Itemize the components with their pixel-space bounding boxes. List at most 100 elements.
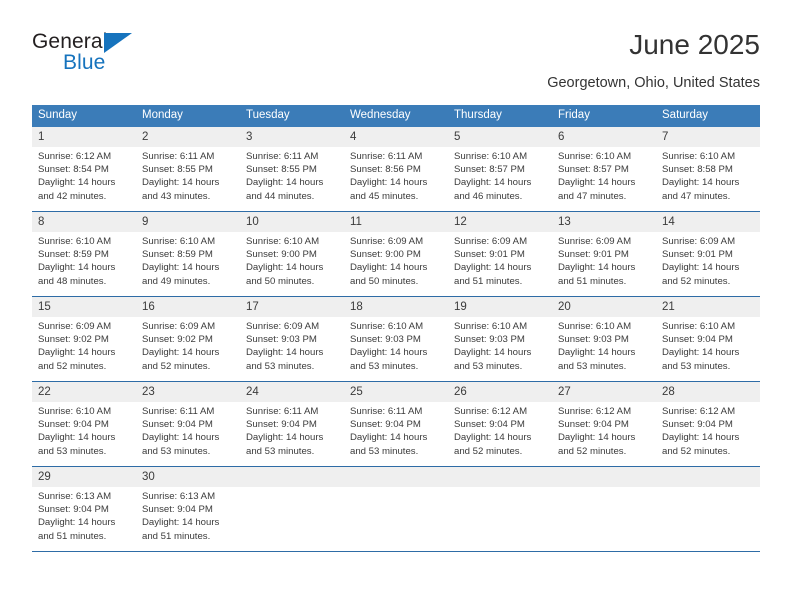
- page-title: June 2025: [629, 29, 760, 60]
- calendar-day-cell[interactable]: 3 Sunrise: 6:11 AM Sunset: 8:55 PM Daylight…: [240, 127, 344, 212]
- calendar-day-cell[interactable]: 6 Sunrise: 6:10 AM Sunset: 8:57 PM Daylight…: [552, 127, 656, 212]
- calendar-day-cell[interactable]: 26 Sunrise: 6:12 AM Sunset: 9:04 PM Dayligh…: [448, 381, 552, 467]
- sunrise-text: Sunrise: 6:11 AM: [350, 406, 423, 417]
- daylight-text-line2: and 52 minutes.: [142, 360, 211, 372]
- sunrise-text: Sunrise: 6:09 AM: [662, 236, 736, 247]
- day-number: 5: [448, 127, 552, 147]
- day-details: Sunrise: 6:12 AM Sunset: 9:04 PM Daylight:…: [656, 402, 760, 458]
- calendar-day-cell[interactable]: 1 Sunrise: 6:12 AM Sunset: 8:54 PM Daylight…: [32, 127, 136, 212]
- weekday-header-wednesday: Wednesday: [344, 105, 448, 127]
- sunset-text: Sunset: 8:58 PM: [662, 164, 733, 176]
- weekday-header-friday: Friday: [552, 105, 656, 127]
- day-number: [344, 467, 448, 487]
- day-details: [552, 487, 656, 490]
- calendar-day-cell[interactable]: 7 Sunrise: 6:10 AM Sunset: 8:58 PM Daylight…: [656, 127, 760, 212]
- day-number: 29: [32, 467, 136, 487]
- calendar-day-cell[interactable]: 30 Sunrise: 6:13 AM Sunset: 9:04 PM Dayligh…: [136, 466, 240, 552]
- calendar-week-row: 1 Sunrise: 6:12 AM Sunset: 8:54 PM Daylight…: [32, 127, 760, 212]
- sunrise-text: Sunrise: 6:11 AM: [350, 151, 423, 162]
- calendar-day-cell[interactable]: 29 Sunrise: 6:13 AM Sunset: 9:04 PM Dayligh…: [32, 466, 136, 552]
- calendar-day-cell-empty: [448, 466, 552, 552]
- daylight-text-line2: and 49 minutes.: [142, 275, 211, 287]
- calendar-day-cell[interactable]: 14 Sunrise: 6:09 AM Sunset: 9:01 PM Dayligh…: [656, 211, 760, 297]
- calendar-day-cell[interactable]: 16 Sunrise: 6:09 AM Sunset: 9:02 PM Dayligh…: [136, 296, 240, 382]
- calendar-day-cell[interactable]: 19 Sunrise: 6:10 AM Sunset: 9:03 PM Dayligh…: [448, 296, 552, 382]
- daylight-text-line1: Daylight: 14 hours: [38, 347, 116, 359]
- day-number: 19: [448, 297, 552, 317]
- calendar-week-row: 8 Sunrise: 6:10 AM Sunset: 8:59 PM Daylight…: [32, 211, 760, 297]
- calendar-day-cell-empty: [656, 466, 760, 552]
- sunrise-text: Sunrise: 6:10 AM: [662, 321, 736, 332]
- day-details: Sunrise: 6:11 AM Sunset: 8:55 PM Daylight:…: [136, 147, 240, 203]
- daylight-text-line1: Daylight: 14 hours: [142, 177, 220, 189]
- day-number: 28: [656, 382, 760, 402]
- calendar-day-cell[interactable]: 24 Sunrise: 6:11 AM Sunset: 9:04 PM Dayligh…: [240, 381, 344, 467]
- sunrise-text: Sunrise: 6:13 AM: [38, 491, 112, 502]
- daylight-text-line1: Daylight: 14 hours: [558, 177, 636, 189]
- calendar-day-cell[interactable]: 28 Sunrise: 6:12 AM Sunset: 9:04 PM Dayligh…: [656, 381, 760, 467]
- day-details: Sunrise: 6:11 AM Sunset: 9:04 PM Daylight:…: [344, 402, 448, 458]
- sunrise-text: Sunrise: 6:09 AM: [350, 236, 424, 247]
- day-details: [656, 487, 760, 490]
- sunset-text: Sunset: 8:55 PM: [246, 164, 317, 176]
- calendar-day-cell[interactable]: 13 Sunrise: 6:09 AM Sunset: 9:01 PM Dayligh…: [552, 211, 656, 297]
- sunset-text: Sunset: 9:00 PM: [246, 249, 317, 261]
- day-number: 27: [552, 382, 656, 402]
- calendar-day-cell[interactable]: 27 Sunrise: 6:12 AM Sunset: 9:04 PM Dayligh…: [552, 381, 656, 467]
- calendar-day-cell[interactable]: 9 Sunrise: 6:10 AM Sunset: 8:59 PM Daylight…: [136, 211, 240, 297]
- calendar-day-cell[interactable]: 20 Sunrise: 6:10 AM Sunset: 9:03 PM Dayligh…: [552, 296, 656, 382]
- sunset-text: Sunset: 9:04 PM: [350, 419, 421, 431]
- calendar-day-cell[interactable]: 12 Sunrise: 6:09 AM Sunset: 9:01 PM Dayligh…: [448, 211, 552, 297]
- calendar-day-cell[interactable]: 17 Sunrise: 6:09 AM Sunset: 9:03 PM Dayligh…: [240, 296, 344, 382]
- calendar-day-cell[interactable]: 21 Sunrise: 6:10 AM Sunset: 9:04 PM Dayligh…: [656, 296, 760, 382]
- sunrise-text: Sunrise: 6:11 AM: [246, 406, 319, 417]
- sunset-text: Sunset: 9:02 PM: [142, 334, 213, 346]
- sunset-text: Sunset: 9:00 PM: [350, 249, 421, 261]
- daylight-text-line2: and 45 minutes.: [350, 190, 419, 202]
- sunrise-text: Sunrise: 6:10 AM: [38, 236, 112, 247]
- daylight-text-line2: and 50 minutes.: [350, 275, 419, 287]
- day-details: Sunrise: 6:10 AM Sunset: 9:03 PM Daylight:…: [448, 317, 552, 373]
- daylight-text-line1: Daylight: 14 hours: [38, 262, 116, 274]
- daylight-text-line2: and 53 minutes.: [246, 445, 315, 457]
- day-number: 12: [448, 212, 552, 232]
- day-details: Sunrise: 6:12 AM Sunset: 9:04 PM Daylight:…: [448, 402, 552, 458]
- day-details: Sunrise: 6:09 AM Sunset: 9:01 PM Daylight:…: [552, 232, 656, 288]
- day-number: 10: [240, 212, 344, 232]
- daylight-text-line2: and 52 minutes.: [662, 275, 731, 287]
- sunset-text: Sunset: 9:04 PM: [38, 504, 109, 516]
- calendar-day-cell[interactable]: 11 Sunrise: 6:09 AM Sunset: 9:00 PM Dayligh…: [344, 211, 448, 297]
- sunrise-text: Sunrise: 6:10 AM: [350, 321, 424, 332]
- daylight-text-line1: Daylight: 14 hours: [246, 177, 324, 189]
- day-number: 18: [344, 297, 448, 317]
- day-details: Sunrise: 6:11 AM Sunset: 8:56 PM Daylight:…: [344, 147, 448, 203]
- calendar-day-cell[interactable]: 18 Sunrise: 6:10 AM Sunset: 9:03 PM Dayligh…: [344, 296, 448, 382]
- calendar-header-row: Sunday Monday Tuesday Wednesday Thursday…: [32, 105, 760, 127]
- calendar-day-cell[interactable]: 2 Sunrise: 6:11 AM Sunset: 8:55 PM Daylight…: [136, 127, 240, 212]
- sunrise-text: Sunrise: 6:12 AM: [38, 151, 112, 162]
- daylight-text-line1: Daylight: 14 hours: [558, 347, 636, 359]
- general-blue-logo[interactable]: General Blue: [32, 30, 152, 82]
- day-number: 25: [344, 382, 448, 402]
- sunrise-text: Sunrise: 6:10 AM: [662, 151, 736, 162]
- calendar-day-cell[interactable]: 23 Sunrise: 6:11 AM Sunset: 9:04 PM Dayligh…: [136, 381, 240, 467]
- calendar-day-cell[interactable]: 5 Sunrise: 6:10 AM Sunset: 8:57 PM Daylight…: [448, 127, 552, 212]
- calendar-day-cell[interactable]: 4 Sunrise: 6:11 AM Sunset: 8:56 PM Daylight…: [344, 127, 448, 212]
- sunset-text: Sunset: 9:02 PM: [38, 334, 109, 346]
- calendar-day-cell[interactable]: 22 Sunrise: 6:10 AM Sunset: 9:04 PM Dayligh…: [32, 381, 136, 467]
- day-details: Sunrise: 6:12 AM Sunset: 9:04 PM Daylight:…: [552, 402, 656, 458]
- calendar-day-cell[interactable]: 15 Sunrise: 6:09 AM Sunset: 9:02 PM Dayligh…: [32, 296, 136, 382]
- calendar-day-cell-empty: [552, 466, 656, 552]
- calendar-day-cell[interactable]: 8 Sunrise: 6:10 AM Sunset: 8:59 PM Daylight…: [32, 211, 136, 297]
- sunrise-text: Sunrise: 6:10 AM: [246, 236, 320, 247]
- calendar-day-cell[interactable]: 25 Sunrise: 6:11 AM Sunset: 9:04 PM Dayligh…: [344, 381, 448, 467]
- sunset-text: Sunset: 9:03 PM: [558, 334, 629, 346]
- daylight-text-line1: Daylight: 14 hours: [38, 432, 116, 444]
- day-details: Sunrise: 6:10 AM Sunset: 8:59 PM Daylight:…: [32, 232, 136, 288]
- calendar-day-cell[interactable]: 10 Sunrise: 6:10 AM Sunset: 9:00 PM Dayligh…: [240, 211, 344, 297]
- day-details: [448, 487, 552, 490]
- daylight-text-line1: Daylight: 14 hours: [142, 432, 220, 444]
- sunset-text: Sunset: 9:01 PM: [454, 249, 525, 261]
- weekday-header-sunday: Sunday: [32, 105, 136, 127]
- sunrise-text: Sunrise: 6:12 AM: [662, 406, 736, 417]
